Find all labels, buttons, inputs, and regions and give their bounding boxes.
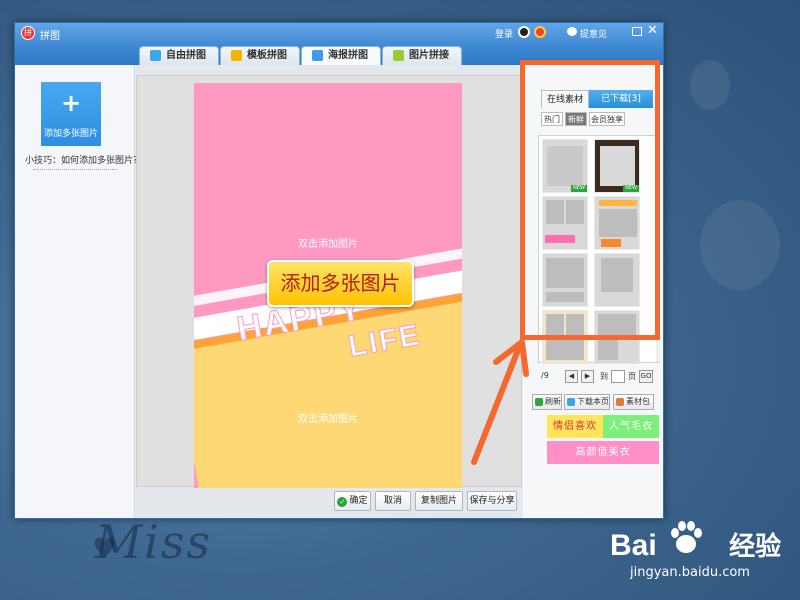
material-pack-button[interactable]: 素材包 xyxy=(613,394,654,410)
close-icon[interactable]: ✕ xyxy=(647,23,658,38)
canvas: HAPPY LIFE 双击添加图片 双击添加图片 添加多张图片 xyxy=(136,75,522,488)
annotation-arrow-icon xyxy=(471,339,529,465)
poster-hint-bottom: 双击添加图片 xyxy=(298,414,358,425)
login-link[interactable]: 登录 xyxy=(495,27,513,40)
titlebar: 拼 拼图 登录 提意见 ✕ 自由拼图 模板拼图 海报拼图 图片拼接 xyxy=(15,23,663,66)
bg-drop xyxy=(700,200,780,290)
promo-clothing[interactable]: 高颜值美衣 xyxy=(547,441,659,464)
tab-label: 模板拼图 xyxy=(247,50,287,61)
download-page-label: 下载本页 xyxy=(577,397,609,406)
go-button[interactable]: GO xyxy=(639,370,653,383)
add-multiple-images-button[interactable]: 添加多张图片 xyxy=(267,260,414,307)
tab-template-collage[interactable]: 模板拼图 xyxy=(220,46,300,65)
free-collage-icon xyxy=(150,50,161,61)
tab-poster-collage[interactable]: 海报拼图 xyxy=(301,46,381,66)
download-page-button[interactable]: 下载本页 xyxy=(564,394,610,410)
app-title: 拼图 xyxy=(40,31,60,42)
promo-sweater[interactable]: 人气毛衣 xyxy=(603,415,659,438)
prev-page-button[interactable]: ◀ xyxy=(565,370,578,383)
background-text: Miss xyxy=(95,515,213,569)
refresh-button[interactable]: 刷新 xyxy=(532,394,562,410)
promo-couple[interactable]: 情侣喜欢 xyxy=(547,415,603,438)
feedback-link[interactable]: 提意见 xyxy=(580,27,607,40)
confirm-label: 确定 xyxy=(349,496,368,506)
app-logo-icon: 拼 xyxy=(21,26,35,40)
plus-icon: + xyxy=(60,89,82,117)
tab-image-stitch[interactable]: 图片拼接 xyxy=(382,46,462,65)
maximize-icon[interactable] xyxy=(632,27,642,36)
watermark-logo: Bai xyxy=(610,529,657,562)
refresh-icon xyxy=(535,398,543,406)
template-collage-icon xyxy=(231,50,242,61)
tip-link[interactable]: 小技巧：如何添加多张图片？ xyxy=(25,153,142,166)
chat-bubble-icon xyxy=(567,27,577,36)
qq-icon[interactable] xyxy=(518,26,530,38)
weibo-icon[interactable] xyxy=(534,26,546,38)
image-stitch-icon xyxy=(393,50,404,61)
download-icon xyxy=(567,398,575,406)
canvas-area: HAPPY LIFE 双击添加图片 双击添加图片 添加多张图片 ✓ 确定 取消 复… xyxy=(136,65,522,518)
tab-label: 图片拼接 xyxy=(409,50,449,61)
page-suffix-label: 页 xyxy=(628,372,636,381)
watermark-cn: 经验 xyxy=(729,532,782,562)
poster-collage-icon xyxy=(312,50,323,61)
add-images-button[interactable]: + 添加多张图片 xyxy=(41,82,101,146)
save-share-button[interactable]: 保存与分享 xyxy=(467,491,517,511)
poster-preview[interactable]: HAPPY LIFE 双击添加图片 双击添加图片 添加多张图片 xyxy=(194,83,462,488)
add-images-label: 添加多张图片 xyxy=(43,129,98,139)
page-to-label: 到 xyxy=(600,372,608,381)
tab-label: 自由拼图 xyxy=(166,50,206,61)
package-icon xyxy=(616,398,624,406)
material-pack-label: 素材包 xyxy=(626,397,650,406)
watermark-url: jingyan.baidu.com xyxy=(630,565,750,580)
highlight-box xyxy=(520,60,660,340)
refresh-label: 刷新 xyxy=(545,397,561,406)
poster-hint-top: 双击添加图片 xyxy=(298,239,358,250)
left-panel: + 添加多张图片 小技巧：如何添加多张图片？ xyxy=(15,65,142,518)
cancel-button[interactable]: 取消 xyxy=(375,491,411,511)
divider xyxy=(33,169,117,170)
page-count: /9 xyxy=(541,371,549,380)
copy-image-button[interactable]: 复制图片 xyxy=(415,491,463,511)
confirm-button[interactable]: ✓ 确定 xyxy=(334,491,371,511)
bg-drop xyxy=(690,60,730,110)
tab-free-collage[interactable]: 自由拼图 xyxy=(139,46,219,65)
page-number-input[interactable] xyxy=(611,370,625,383)
baidu-paw-icon xyxy=(671,521,702,553)
tab-label: 海报拼图 xyxy=(328,50,368,61)
next-page-button[interactable]: ▶ xyxy=(581,370,594,383)
check-icon: ✓ xyxy=(337,497,348,507)
